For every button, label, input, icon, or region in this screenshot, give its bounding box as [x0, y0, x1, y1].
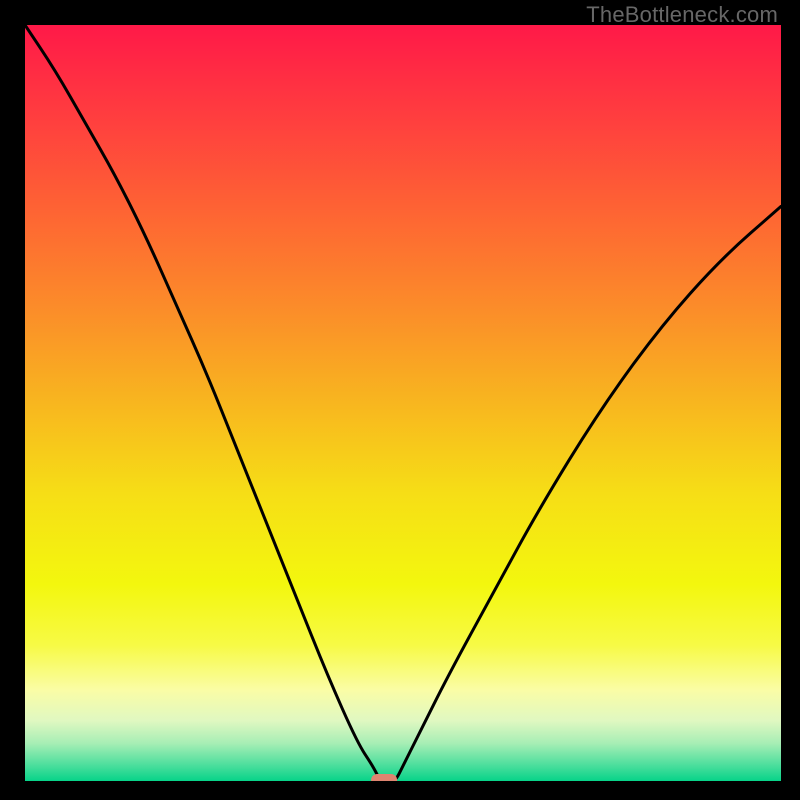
watermark-text: TheBottleneck.com — [586, 2, 778, 28]
chart-frame — [25, 25, 781, 781]
optimal-marker — [371, 774, 397, 781]
bottleneck-chart — [25, 25, 781, 781]
gradient-background — [25, 25, 781, 781]
